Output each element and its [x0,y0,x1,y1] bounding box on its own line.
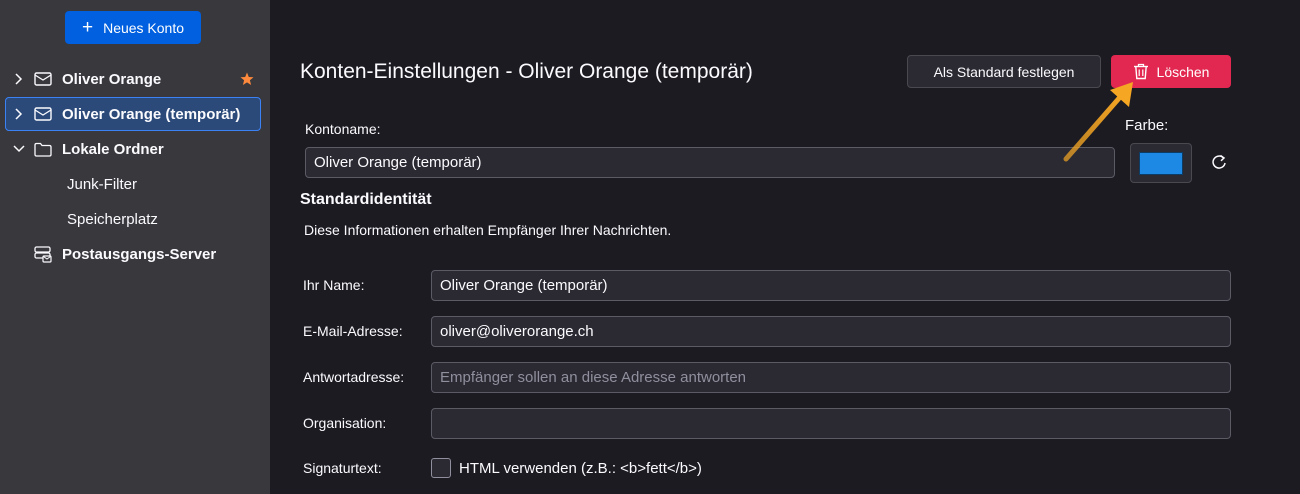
page-title: Konten-Einstellungen - Oliver Orange (te… [300,60,753,83]
signature-label: Signaturtext: [303,460,382,476]
reply-to-placeholder: Empfänger sollen an diese Adresse antwor… [440,369,747,386]
sidebar-item-oliver-orange-temporaer[interactable]: Oliver Orange (temporär) [5,97,261,131]
star-icon [240,72,254,90]
name-field[interactable]: Oliver Orange (temporär) [431,270,1231,301]
account-name-field[interactable]: Oliver Orange (temporär) [305,147,1115,178]
chevron-right-icon[interactable] [12,73,26,85]
chevron-down-icon[interactable] [12,144,26,154]
mail-account-icon [34,106,54,122]
identity-description: Diese Informationen erhalten Empfänger I… [304,222,672,238]
identity-section-title: Standardidentität [300,191,432,208]
account-name-value: Oliver Orange (temporär) [314,154,482,171]
sidebar-item-postausgangs-server[interactable]: Postausgangs-Server [5,237,261,271]
reset-color-button[interactable] [1208,151,1230,173]
outgoing-server-icon [34,245,54,263]
account-sidebar: + Neues Konto Oliver Orange Oliver Orang… [0,0,270,494]
sidebar-item-label: Postausgangs-Server [62,245,217,263]
sidebar-item-lokale-ordner[interactable]: Lokale Ordner [5,132,261,166]
html-signature-label[interactable]: HTML verwenden (z.B.: <b>fett</b>) [459,460,702,477]
email-label: E-Mail-Adresse: [303,323,403,339]
sidebar-item-junk-filter[interactable]: Junk-Filter [67,176,137,193]
sidebar-item-label: Oliver Orange (temporär) [62,105,241,123]
sidebar-item-oliver-orange[interactable]: Oliver Orange [5,62,261,96]
folder-icon [34,142,54,157]
new-account-label: Neues Konto [103,19,185,36]
name-label: Ihr Name: [303,277,365,293]
name-value: Oliver Orange (temporär) [440,277,608,294]
sidebar-item-label: Lokale Ordner [62,140,164,158]
organization-field[interactable] [431,408,1231,439]
refresh-icon [1212,154,1226,169]
delete-label: Löschen [1156,63,1210,80]
reply-to-label: Antwortadresse: [303,369,405,385]
sidebar-item-speicherplatz[interactable]: Speicherplatz [67,211,158,228]
new-account-button[interactable]: + Neues Konto [65,11,201,44]
email-field[interactable]: oliver@oliverorange.ch [431,316,1231,347]
plus-icon: + [81,17,94,38]
account-name-label: Kontoname: [305,121,381,137]
annotation-arrow [1063,82,1133,162]
reply-to-field[interactable]: Empfänger sollen an diese Adresse antwor… [431,362,1231,393]
html-signature-checkbox[interactable] [431,458,451,478]
mail-account-icon [34,71,54,87]
sidebar-item-label: Oliver Orange [62,70,162,88]
organization-label: Organisation: [303,415,387,431]
chevron-right-icon[interactable] [12,108,26,120]
email-value: oliver@oliverorange.ch [440,323,594,340]
